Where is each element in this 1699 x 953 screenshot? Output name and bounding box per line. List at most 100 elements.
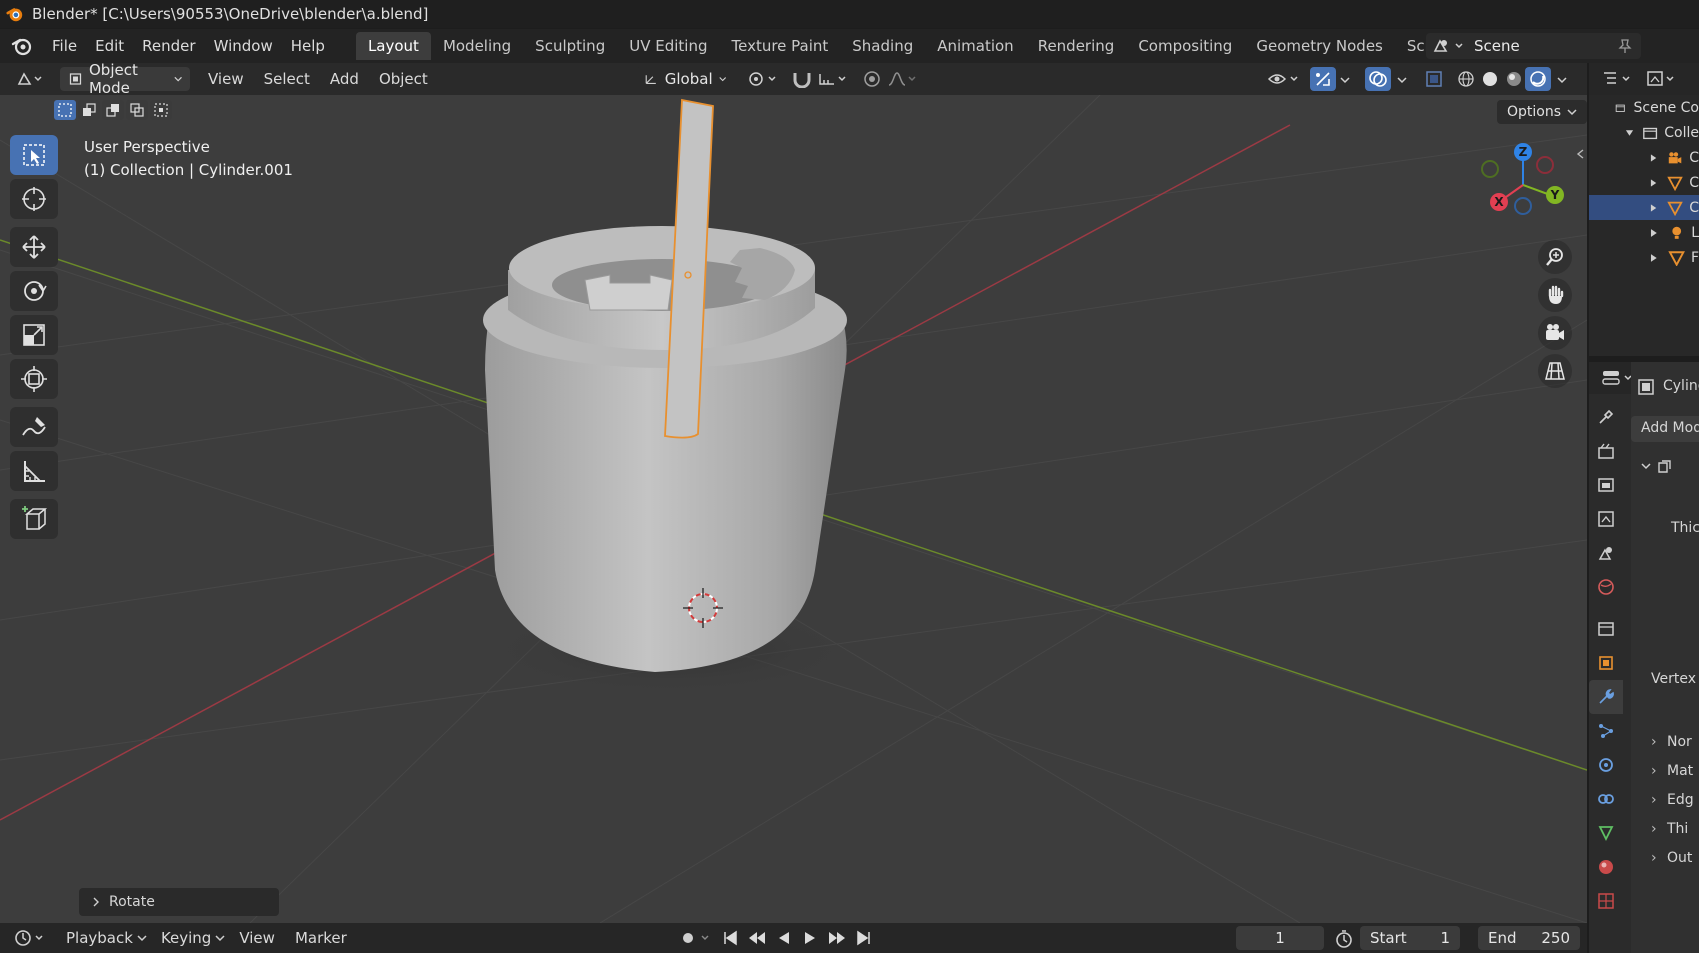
transform-tool[interactable] — [10, 359, 58, 399]
outliner-row-light[interactable]: L — [1589, 220, 1699, 245]
select-new-button[interactable] — [54, 100, 76, 120]
auto-keying-toggle[interactable] — [678, 927, 714, 949]
scene-selector[interactable]: Scene — [1426, 33, 1641, 59]
menu-view[interactable]: View — [198, 70, 254, 88]
timeline-menu-view[interactable]: View — [229, 929, 285, 947]
tab-scene[interactable] — [1589, 536, 1623, 570]
tab-tool[interactable] — [1589, 400, 1623, 434]
zoom-button[interactable] — [1538, 240, 1572, 274]
tab-sculpting[interactable]: Sculpting — [523, 32, 617, 60]
menu-select[interactable]: Select — [254, 70, 320, 88]
start-frame-field[interactable]: Start 1 — [1360, 926, 1460, 950]
jump-to-end-icon[interactable] — [854, 927, 874, 949]
perspective-toggle-button[interactable] — [1538, 354, 1572, 388]
menu-object[interactable]: Object — [369, 70, 438, 88]
jump-keyframe-forward-icon[interactable] — [826, 927, 848, 949]
select-intersect-button[interactable] — [150, 100, 172, 120]
stopwatch-icon[interactable] — [1334, 929, 1354, 949]
proportional-falloff-button[interactable] — [886, 67, 922, 91]
timeline-menu-marker[interactable]: Marker — [285, 929, 357, 947]
tab-rendering[interactable]: Rendering — [1026, 32, 1127, 60]
orientation-dropdown[interactable]: Global — [636, 67, 734, 91]
tab-geometry-nodes[interactable]: Geometry Nodes — [1244, 32, 1395, 60]
tab-object[interactable] — [1589, 646, 1623, 680]
outliner-row-mesh-selected[interactable]: C — [1589, 195, 1699, 220]
snap-toggle[interactable] — [788, 67, 816, 91]
rotate-tool[interactable] — [10, 271, 58, 311]
select-extend-button[interactable] — [78, 100, 100, 120]
menu-help[interactable]: Help — [282, 29, 334, 63]
tab-texture[interactable] — [1589, 884, 1623, 918]
outliner-row-scene-collection[interactable]: Scene Co — [1589, 95, 1699, 120]
options-dropdown[interactable]: Options — [1497, 100, 1588, 124]
menu-render[interactable]: Render — [133, 29, 204, 63]
select-subtract-button[interactable] — [102, 100, 124, 120]
tab-compositing[interactable]: Compositing — [1126, 32, 1244, 60]
jump-keyframe-back-icon[interactable] — [746, 927, 768, 949]
wireframe-shading-button[interactable] — [1453, 67, 1479, 91]
3d-viewport[interactable]: Z Y X User Perspective (1) Collection | … — [0, 95, 1587, 923]
material-shading-button[interactable] — [1501, 67, 1527, 91]
chevron-down-icon[interactable] — [1340, 75, 1350, 85]
menu-add[interactable]: Add — [320, 70, 369, 88]
tab-uv-editing[interactable]: UV Editing — [617, 32, 719, 60]
jump-to-start-icon[interactable] — [720, 927, 740, 949]
select-box-tool[interactable] — [10, 135, 58, 175]
tab-physics[interactable] — [1589, 748, 1623, 782]
mode-dropdown[interactable]: Object Mode — [60, 61, 190, 97]
gizmos-toggle[interactable] — [1310, 67, 1336, 91]
measure-tool[interactable] — [10, 451, 58, 491]
display-mode-icon[interactable] — [1645, 69, 1685, 89]
tab-modeling[interactable]: Modeling — [431, 32, 523, 60]
snap-target-button[interactable] — [816, 67, 852, 91]
scale-tool[interactable] — [10, 315, 58, 355]
tab-shading[interactable]: Shading — [840, 32, 925, 60]
outliner-row-mesh-2[interactable]: F — [1589, 245, 1699, 270]
chevron-down-icon[interactable] — [1397, 75, 1407, 85]
outliner-row-camera[interactable]: C — [1589, 145, 1699, 170]
rendered-shading-button[interactable] — [1525, 67, 1551, 91]
timeline-menu-keying[interactable]: Keying — [151, 929, 221, 947]
chevron-down-icon[interactable] — [1557, 75, 1567, 85]
tab-output[interactable] — [1589, 468, 1623, 502]
outliner-row-collection[interactable]: Colle — [1589, 120, 1699, 145]
add-modifier-button[interactable]: Add Mod — [1631, 416, 1699, 442]
cursor-tool[interactable] — [10, 179, 58, 219]
outliner-editor-icon[interactable] — [1601, 69, 1641, 89]
tab-material[interactable] — [1589, 850, 1623, 884]
solid-shading-button[interactable] — [1477, 67, 1503, 91]
current-frame-field[interactable]: 1 — [1236, 926, 1324, 950]
camera-view-button[interactable] — [1538, 316, 1572, 350]
end-frame-field[interactable]: End 250 — [1478, 926, 1580, 950]
xray-toggle[interactable] — [1421, 67, 1447, 91]
add-cube-tool[interactable] — [10, 499, 58, 539]
timeline-menu-playback[interactable]: Playback — [56, 929, 143, 947]
tab-world[interactable] — [1589, 570, 1623, 604]
tab-collection[interactable] — [1589, 612, 1623, 646]
menu-window[interactable]: Window — [205, 29, 282, 63]
proportional-editing-toggle[interactable] — [859, 67, 885, 91]
navigation-gizmo[interactable]: Z Y X — [1475, 140, 1585, 240]
blender-menu-icon[interactable] — [11, 35, 33, 57]
tab-data[interactable] — [1589, 816, 1623, 850]
modifier-header-icon[interactable] — [1641, 458, 1681, 476]
play-reverse-icon[interactable] — [774, 927, 794, 949]
last-operation-panel[interactable]: Rotate — [79, 888, 279, 916]
outliner-row-mesh[interactable]: C — [1589, 170, 1699, 195]
move-tool[interactable] — [10, 227, 58, 267]
pin-icon[interactable] — [1617, 38, 1633, 54]
tab-render[interactable] — [1589, 434, 1623, 468]
pan-button[interactable] — [1538, 278, 1572, 312]
editor-type-button[interactable] — [14, 67, 48, 91]
tab-layout[interactable]: Layout — [355, 32, 431, 60]
annotate-tool[interactable] — [10, 407, 58, 447]
tab-constraints[interactable] — [1589, 782, 1623, 816]
tab-modifiers[interactable] — [1589, 680, 1623, 714]
visibility-button[interactable] — [1266, 67, 1304, 91]
tab-particles[interactable] — [1589, 714, 1623, 748]
menu-file[interactable]: File — [43, 29, 86, 63]
tab-view-layer[interactable] — [1589, 502, 1623, 536]
pivot-point-button[interactable] — [746, 67, 782, 91]
select-invert-button[interactable] — [126, 100, 148, 120]
play-icon[interactable] — [800, 927, 820, 949]
